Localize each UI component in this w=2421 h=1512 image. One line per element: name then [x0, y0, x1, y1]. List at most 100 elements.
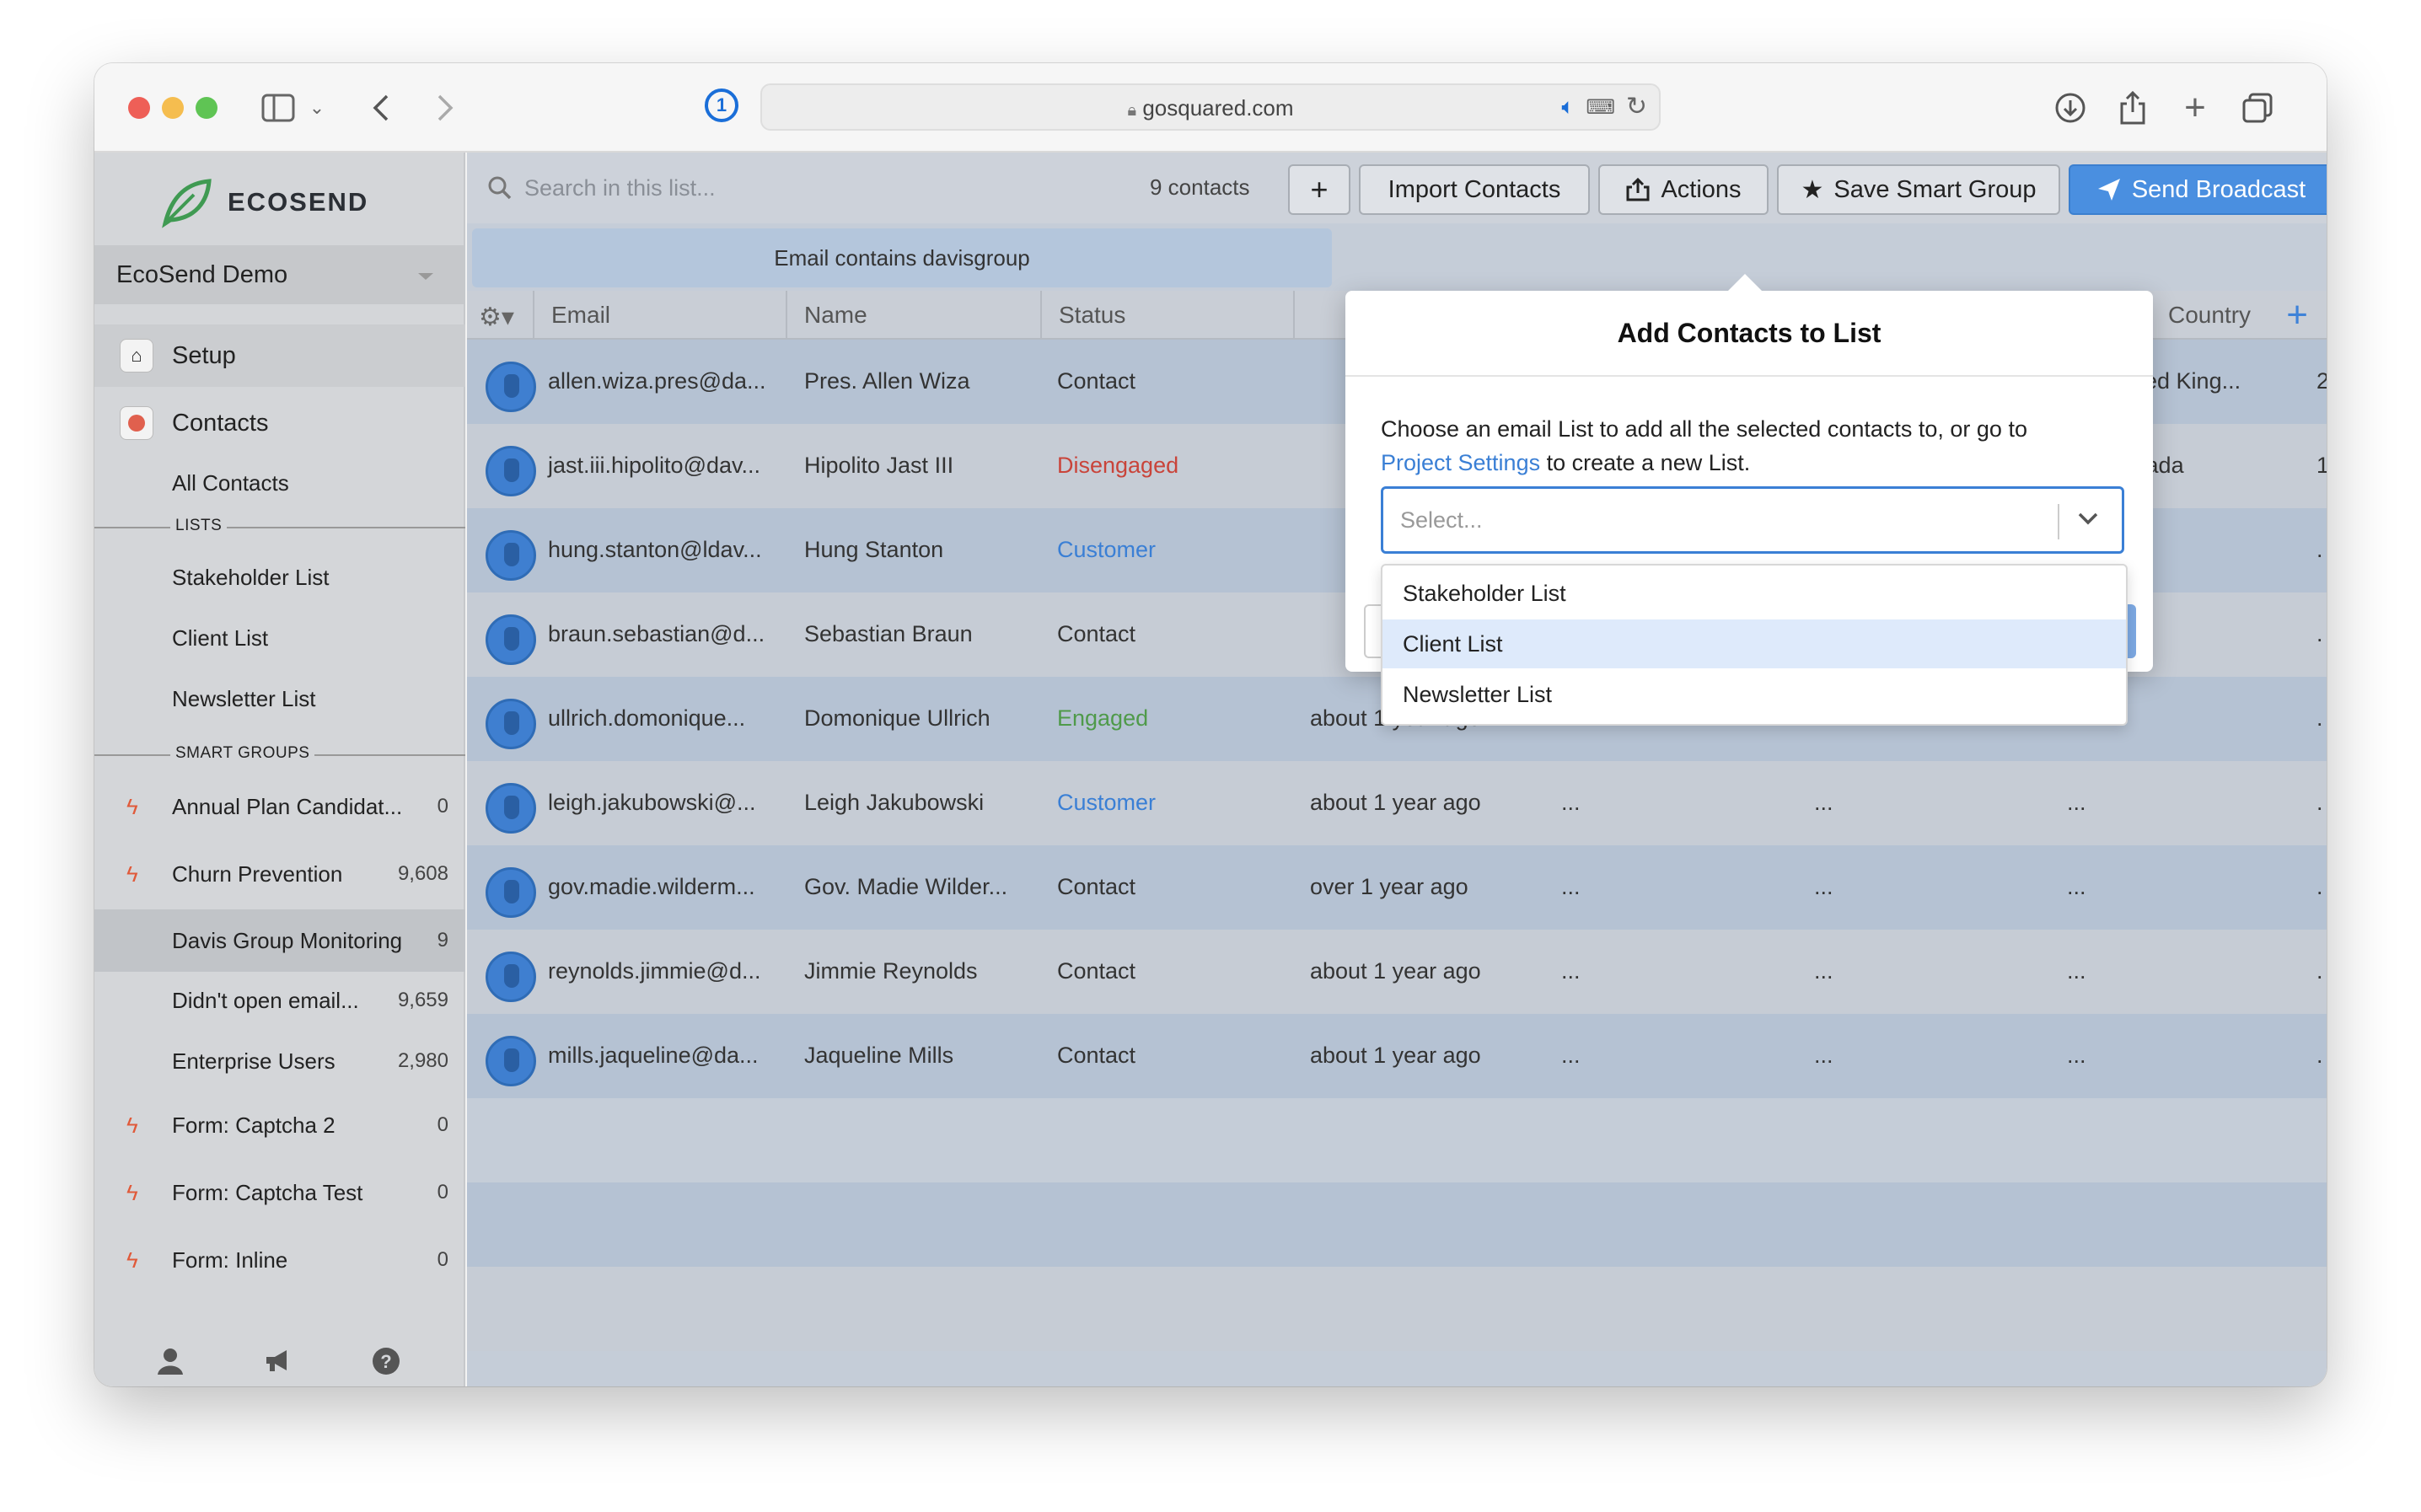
- url-text: gosquared.com: [1142, 95, 1294, 121]
- table-row[interactable]: leigh.jakubowski@... Leigh Jakubowski Cust…: [467, 761, 2327, 845]
- table-row[interactable]: mills.jaqueline@da... Jaqueline Mills Cont…: [467, 1014, 2327, 1098]
- list-select[interactable]: Select...: [1381, 486, 2124, 554]
- forward-icon[interactable]: [428, 87, 462, 129]
- minimize-window-button[interactable]: [162, 97, 184, 119]
- avatar[interactable]: [486, 699, 536, 749]
- sidebar-item-smart-group[interactable]: Davis Group Monitoring 9: [94, 909, 465, 972]
- star-icon: ★: [1801, 175, 1824, 204]
- lock-icon: 🔒︎: [1127, 101, 1137, 120]
- actions-button[interactable]: Actions: [1598, 164, 1769, 215]
- avatar[interactable]: [486, 530, 536, 581]
- sidebar-toggle-icon[interactable]: [260, 87, 297, 129]
- sidebar-item-smart-group[interactable]: Didn't open email... 9,659: [94, 975, 465, 1026]
- search-box[interactable]: Search in this list...: [487, 168, 716, 208]
- cell-custom-1: ...: [1561, 874, 1581, 899]
- cell-name: Hipolito Jast III: [804, 453, 954, 478]
- password-manager-icon[interactable]: 1: [705, 88, 738, 122]
- sidebar-item-newsletter-list[interactable]: Newsletter List: [94, 673, 465, 724]
- close-window-button[interactable]: [128, 97, 150, 119]
- megaphone-icon[interactable]: [263, 1346, 292, 1382]
- import-contacts-button[interactable]: Import Contacts: [1359, 164, 1590, 215]
- send-broadcast-button[interactable]: Send Broadcast: [2069, 164, 2327, 215]
- cell-status: Contact: [1057, 958, 1136, 984]
- sidebar-item-label: Davis Group Monitoring: [172, 927, 403, 953]
- add-contact-button[interactable]: +: [1288, 164, 1350, 215]
- option-client-list[interactable]: Client List: [1382, 619, 2126, 668]
- sidebar-item-label: Newsletter List: [172, 685, 316, 711]
- active-filter[interactable]: Email contains davisgroup: [472, 228, 1332, 287]
- sidebar-item-label: Form: Captcha 2: [172, 1112, 336, 1138]
- cell-extra: 2: [2316, 368, 2327, 394]
- share-icon[interactable]: [2114, 87, 2151, 129]
- cell-last-seen: about 1 year ago: [1310, 958, 1481, 984]
- sidebar-item-smart-group[interactable]: ϟ Annual Plan Candidat... 0: [94, 781, 465, 832]
- sidebar-item-contacts[interactable]: Contacts: [94, 392, 465, 454]
- sidebar-item-client-list[interactable]: Client List: [94, 613, 465, 663]
- option-newsletter-list[interactable]: Newsletter List: [1382, 670, 2126, 719]
- save-smart-group-button[interactable]: ★ Save Smart Group: [1777, 164, 2060, 215]
- cell-status: Customer: [1057, 537, 1157, 562]
- chevron-down-icon[interactable]: ⌄: [307, 87, 327, 129]
- add-column-icon[interactable]: +: [2286, 294, 2308, 336]
- column-header-name[interactable]: Name: [787, 291, 1042, 340]
- sidebar-item-label: Setup: [172, 341, 236, 369]
- modal-description: Choose an email List to add all the sele…: [1381, 416, 2027, 475]
- download-icon[interactable]: [2052, 87, 2089, 129]
- reload-icon[interactable]: ↻: [1626, 92, 1647, 121]
- sidebar-item-count: 0: [437, 1113, 448, 1136]
- contacts-count: 9 contacts: [1150, 174, 1250, 200]
- table-row[interactable]: reynolds.jimmie@d... Jimmie Reynolds Conta…: [467, 930, 2327, 1014]
- speaker-icon[interactable]: 🔈︎: [1561, 94, 1575, 121]
- sidebar-item-stakeholder-list[interactable]: Stakeholder List: [94, 552, 465, 603]
- tab-overview-icon[interactable]: [2239, 87, 2276, 129]
- cell-last-seen: about 1 year ago: [1310, 1043, 1481, 1068]
- cell-last-seen: about 1 year ago: [1310, 790, 1481, 815]
- avatar[interactable]: [486, 446, 536, 496]
- avatar[interactable]: [486, 783, 536, 834]
- sidebar-item-count: 9: [437, 929, 448, 952]
- avatar[interactable]: [486, 1036, 536, 1086]
- cell-custom-2: ...: [1814, 790, 1833, 815]
- table-row[interactable]: gov.madie.wilderm... Gov. Madie Wilder...…: [467, 845, 2327, 930]
- sidebar-item-smart-group[interactable]: ϟ Form: Captcha 2 0: [94, 1100, 465, 1150]
- sidebar-item-setup[interactable]: ⌂ Setup: [94, 324, 465, 387]
- sidebar-item-all-contacts[interactable]: All Contacts: [94, 458, 465, 508]
- cell-extra: .: [2316, 958, 2323, 984]
- sidebar-item-label: Form: Inline: [172, 1247, 288, 1273]
- cell-extra: .: [2316, 621, 2323, 646]
- chevron-down-icon[interactable]: [2076, 502, 2100, 533]
- account-switcher[interactable]: EcoSend Demo: [94, 245, 465, 304]
- column-settings[interactable]: ⚙▾: [467, 291, 534, 340]
- list-select-input[interactable]: Select...: [1400, 507, 1483, 533]
- select-separator: [2058, 504, 2059, 539]
- new-tab-icon[interactable]: +: [2177, 87, 2214, 129]
- project-settings-link[interactable]: Project Settings: [1381, 450, 1540, 475]
- logo-text: ECOSEND: [228, 187, 369, 217]
- sidebar-item-label: Client List: [172, 625, 269, 651]
- avatar[interactable]: [486, 867, 536, 918]
- cell-email: allen.wiza.pres@da...: [548, 368, 766, 394]
- avatar[interactable]: [486, 614, 536, 665]
- translate-icon[interactable]: ⌨︎: [1586, 95, 1615, 120]
- ecosend-logo[interactable]: ECOSEND: [160, 174, 368, 230]
- search-input[interactable]: Search in this list...: [524, 175, 716, 201]
- avatar[interactable]: [486, 952, 536, 1002]
- column-header-email[interactable]: Email: [534, 291, 787, 340]
- sidebar-item-smart-group[interactable]: ϟ Churn Prevention 9,608: [94, 849, 465, 899]
- sidebar-item-smart-group[interactable]: Enterprise Users 2,980: [94, 1036, 465, 1086]
- option-stakeholder-list[interactable]: Stakeholder List: [1382, 569, 2126, 618]
- sidebar-item-smart-group[interactable]: ϟ Form: Captcha Test 0: [94, 1167, 465, 1218]
- avatar[interactable]: [486, 362, 536, 412]
- list-toolbar: Search in this list... 9 contacts + Impo…: [467, 153, 2327, 223]
- help-icon[interactable]: ?: [371, 1346, 401, 1384]
- cell-name: Sebastian Braun: [804, 621, 973, 646]
- back-icon[interactable]: [364, 87, 398, 129]
- sidebar-item-smart-group[interactable]: ϟ Form: Inline 0: [94, 1235, 465, 1285]
- zoom-window-button[interactable]: [196, 97, 217, 119]
- column-header-status[interactable]: Status: [1042, 291, 1295, 340]
- bolt-icon: ϟ: [126, 793, 138, 819]
- user-icon[interactable]: [155, 1346, 185, 1384]
- sidebar-item-count: 2,980: [397, 1049, 448, 1072]
- address-bar[interactable]: 🔒︎ gosquared.com 🔈︎ ⌨︎ ↻: [760, 83, 1661, 131]
- sidebar-item-count: 0: [437, 1181, 448, 1204]
